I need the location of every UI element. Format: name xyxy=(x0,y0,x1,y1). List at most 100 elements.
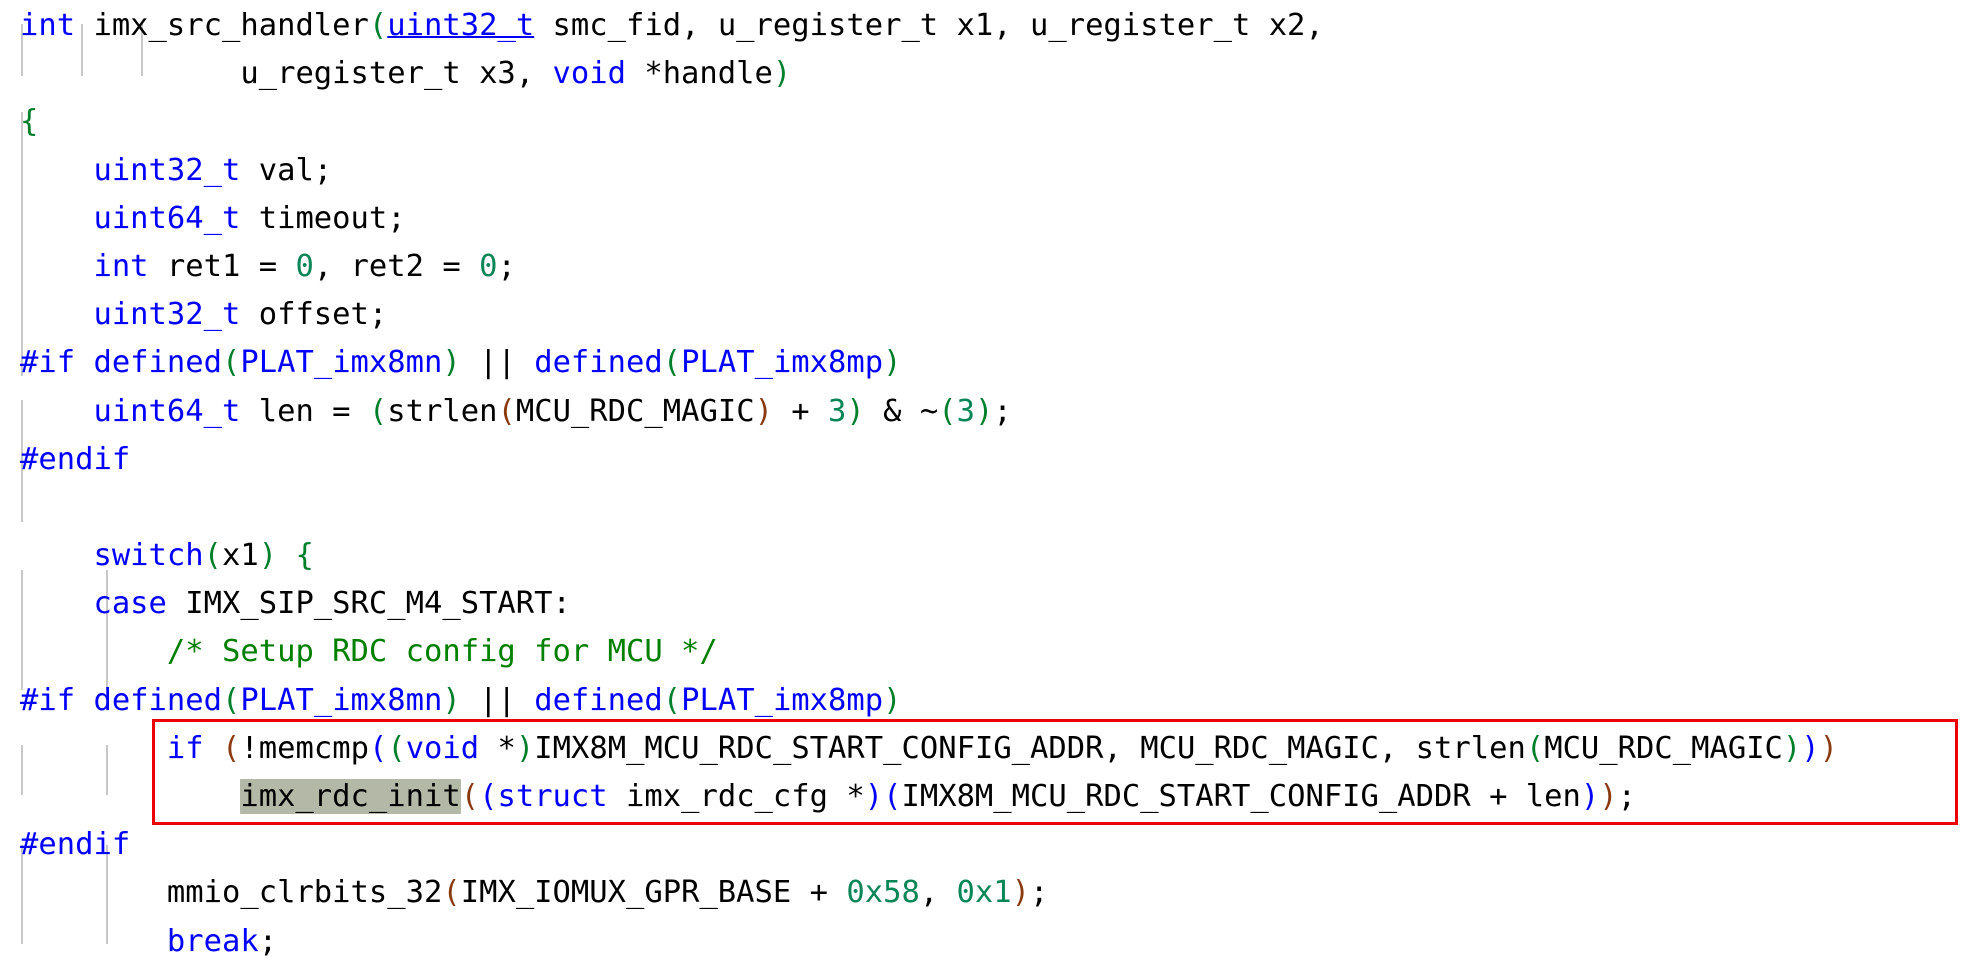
code-token: val; xyxy=(240,152,333,188)
code-token: ; xyxy=(258,923,278,959)
code-token: ( xyxy=(938,393,957,429)
code-token: defined xyxy=(534,682,663,718)
code-line[interactable]: #endif xyxy=(0,436,1982,484)
code-token: 0 xyxy=(295,248,314,284)
code-token: ( xyxy=(497,393,516,429)
code-token: ) xyxy=(883,345,902,381)
code-line[interactable]: uint32_t offset; xyxy=(0,291,1982,339)
code-token: ( xyxy=(222,345,241,381)
code-token: ) xyxy=(442,345,461,381)
code-token: struct xyxy=(497,779,608,814)
code-token: ) xyxy=(864,779,884,814)
code-token: PLAT_imx8mp xyxy=(681,682,884,718)
code-token: x1 xyxy=(222,538,259,574)
code-line[interactable]: #if defined(PLAT_imx8mn) || defined(PLAT… xyxy=(0,339,1982,387)
code-token: uint64_t xyxy=(93,200,241,236)
code-line[interactable]: #if defined(PLAT_imx8mn) || defined(PLAT… xyxy=(0,677,1982,725)
code-token: 0 xyxy=(479,248,498,284)
code-line[interactable]: uint64_t timeout; xyxy=(0,195,1982,243)
code-token: uint32_t xyxy=(93,152,241,188)
code-token: !memcmp xyxy=(240,730,369,766)
code-token: ; xyxy=(1030,875,1049,911)
code-line[interactable]: { xyxy=(0,98,1982,146)
code-token: ( xyxy=(387,730,406,766)
code-token: uint32_t xyxy=(387,8,535,43)
code-line[interactable]: uint32_t val; xyxy=(0,147,1982,195)
code-token: defined xyxy=(534,345,663,381)
code-token: MCU_RDC_MAGIC xyxy=(1544,730,1783,766)
code-token: uint32_t xyxy=(93,297,241,333)
code-editor-viewport[interactable]: int imx_src_handler(uint32_t smc_fid, u_… xyxy=(0,0,1982,959)
code-token: ) xyxy=(1599,779,1618,814)
code-token: || xyxy=(460,345,535,381)
code-line[interactable]: uint64_t len = (strlen(MCU_RDC_MAGIC) + … xyxy=(0,388,1982,436)
code-token: 0x1 xyxy=(956,875,1012,911)
code-token: ( xyxy=(460,779,480,814)
code-token: #if defined xyxy=(20,345,222,381)
code-token: ) xyxy=(1580,779,1600,814)
code-token: ( xyxy=(662,682,682,718)
code-line[interactable]: mmio_clrbits_32(IMX_IOMUX_GPR_BASE + 0x5… xyxy=(0,869,1982,917)
code-token: MCU_RDC_MAGIC xyxy=(515,393,755,429)
code-token: ) xyxy=(1782,730,1802,766)
code-line[interactable]: case IMX_SIP_SRC_M4_START: xyxy=(0,580,1982,628)
code-token: ) xyxy=(515,730,535,766)
code-token: smc_fid, u_register_t x1, u_register_t x… xyxy=(534,8,1324,43)
code-line[interactable] xyxy=(0,484,1982,532)
code-token: ( xyxy=(203,538,223,574)
code-token: ( xyxy=(662,345,682,381)
code-line[interactable]: u_register_t x3, void *handle) xyxy=(0,50,1982,98)
code-token: { xyxy=(20,104,39,140)
code-token: 3 xyxy=(828,393,847,429)
code-token: ( xyxy=(883,779,902,814)
code-token: ( xyxy=(479,779,498,814)
code-token: switch xyxy=(93,538,204,574)
code-line[interactable]: switch(x1) { xyxy=(0,532,1982,580)
code-line[interactable]: imx_rdc_init((struct imx_rdc_cfg *)(IMX8… xyxy=(0,773,1982,821)
code-token: ( xyxy=(1525,730,1545,766)
code-token: offset; xyxy=(240,297,388,333)
code-token: ) xyxy=(1801,730,1820,766)
code-token: ret1 = xyxy=(148,248,296,284)
code-token: strlen xyxy=(387,393,498,429)
code-token: ) xyxy=(772,56,792,92)
code-token: ( xyxy=(222,730,241,766)
code-token: & ~ xyxy=(864,393,939,429)
code-token: #if defined xyxy=(20,682,222,718)
code-line[interactable]: int imx_src_handler(uint32_t smc_fid, u_… xyxy=(0,2,1982,50)
code-token: ) xyxy=(1011,875,1031,911)
code-token: ( xyxy=(368,8,388,43)
code-token: IMX_SIP_SRC_M4_START: xyxy=(166,586,571,622)
code-token: 3 xyxy=(956,393,975,429)
code-token: { xyxy=(295,538,314,574)
code-token: imx_rdc_cfg * xyxy=(607,779,865,814)
code-token: , ret2 = xyxy=(313,248,480,284)
code-line[interactable]: break; xyxy=(0,918,1982,966)
code-line[interactable]: #endif xyxy=(0,821,1982,869)
code-line[interactable]: int ret1 = 0, ret2 = 0; xyxy=(0,243,1982,291)
code-token: break xyxy=(166,923,259,959)
code-token: ; xyxy=(497,248,516,284)
code-token: ) xyxy=(846,393,865,429)
code-token: *handle xyxy=(625,56,773,92)
source-code-text[interactable]: int imx_src_handler(uint32_t smc_fid, u_… xyxy=(0,0,1982,966)
code-line[interactable]: /* Setup RDC config for MCU */ xyxy=(0,628,1982,676)
code-token: PLAT_imx8mn xyxy=(240,682,443,718)
code-token: 0x58 xyxy=(846,875,920,911)
code-token: PLAT_imx8mn xyxy=(240,345,443,381)
code-line[interactable]: if (!memcmp((void *)IMX8M_MCU_RDC_START_… xyxy=(0,725,1982,773)
code-token: || xyxy=(460,682,535,718)
code-token: ; xyxy=(1617,779,1637,814)
code-token: timeout; xyxy=(240,200,406,236)
code-token: /* Setup RDC config for MCU */ xyxy=(166,634,718,670)
